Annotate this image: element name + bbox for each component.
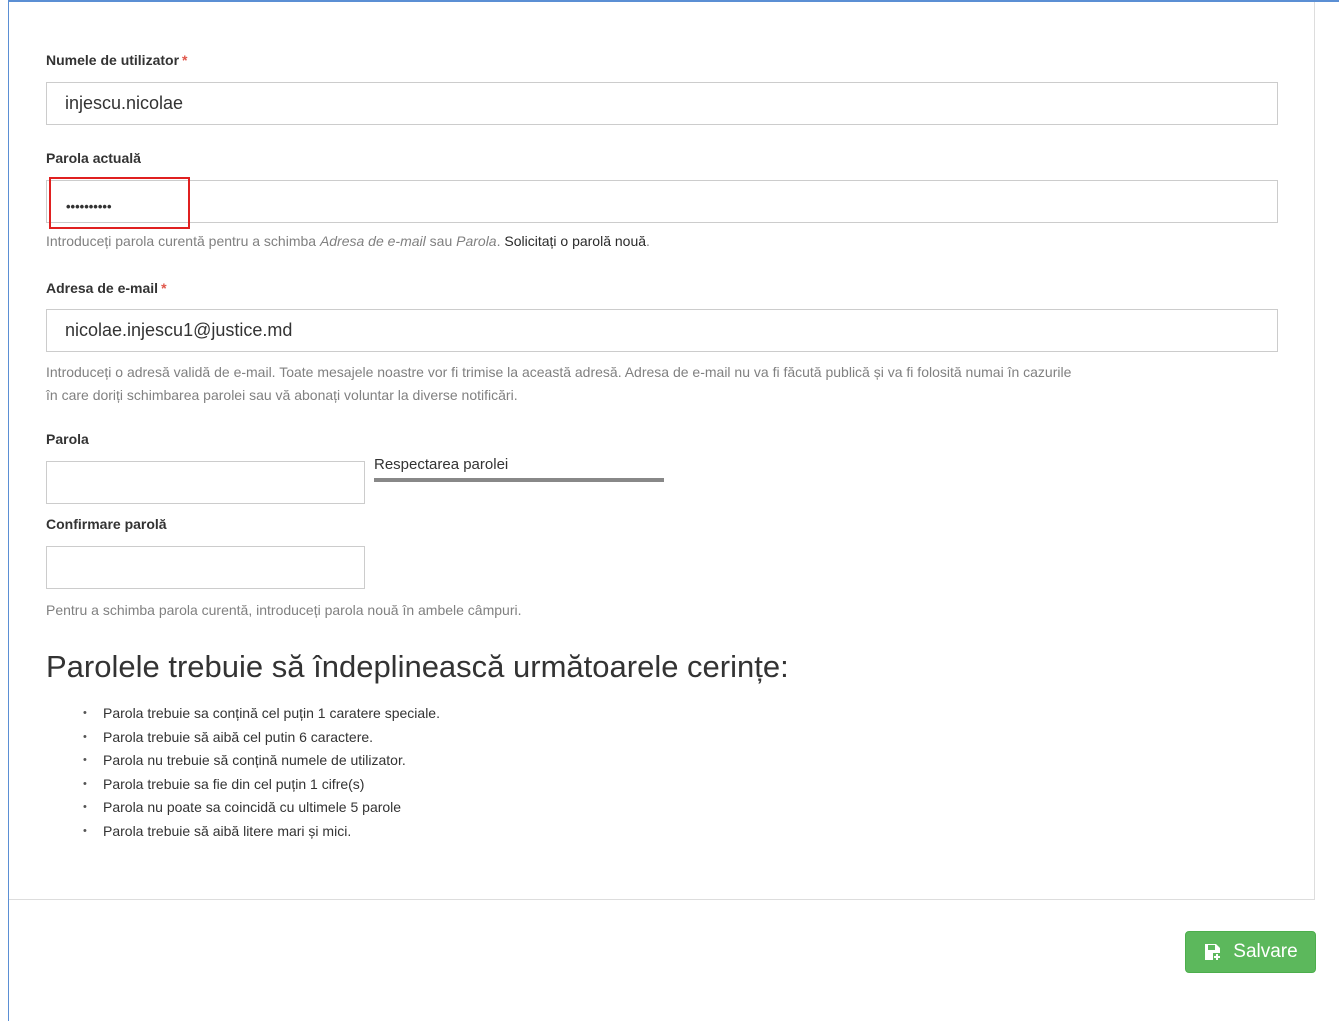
list-item: Parola trebuie să aibă cel putin 6 carac… <box>83 726 440 750</box>
username-label: Numele de utilizator * <box>46 52 187 68</box>
password-strength-label: Respectarea parolei <box>374 456 509 473</box>
current-password-help: Introduceți parola curentă pentru a schi… <box>46 230 650 253</box>
requirements-list: Parola trebuie sa conțină cel puțin 1 ca… <box>67 702 440 844</box>
list-item: Parola trebuie sa conțină cel puțin 1 ca… <box>83 702 440 726</box>
confirm-password-help: Pentru a schimba parola curentă, introdu… <box>46 602 522 618</box>
list-item: Parola trebuie să aibă litere mari și mi… <box>83 820 440 844</box>
list-item: Parola trebuie sa fie din cel puțin 1 ci… <box>83 773 440 797</box>
list-item: Parola nu poate sa coincidă cu ultimele … <box>83 796 440 820</box>
password-label: Parola <box>46 431 89 447</box>
password-input[interactable] <box>46 461 365 504</box>
help-text: sau <box>425 233 457 249</box>
save-button-label: Salvare <box>1233 941 1298 962</box>
password-strength-bar <box>374 478 664 482</box>
help-emphasis-email: Adresa de e-mail <box>319 233 426 249</box>
username-input[interactable]: injescu.nicolae <box>46 82 1278 125</box>
save-button[interactable]: Salvare <box>1185 931 1316 973</box>
confirm-password-input[interactable] <box>46 546 365 589</box>
required-mark: * <box>182 52 188 68</box>
username-label-text: Numele de utilizator <box>46 52 180 68</box>
email-label-text: Adresa de e-mail <box>46 280 159 296</box>
request-new-password-link[interactable]: Solicitați o parolă nouă <box>504 233 646 249</box>
highlight-box <box>49 177 190 229</box>
email-label: Adresa de e-mail * <box>46 280 167 296</box>
help-text: Introduceți parola curentă pentru a schi… <box>46 233 320 249</box>
confirm-password-label: Confirmare parolă <box>46 516 167 532</box>
required-mark: * <box>161 280 167 296</box>
help-emphasis-password: Parola <box>456 233 497 249</box>
email-input[interactable]: nicolae.injescu1@justice.md <box>46 309 1278 352</box>
save-icon <box>1203 942 1223 962</box>
current-password-input[interactable] <box>46 180 1278 223</box>
requirements-title: Parolele trebuie să îndeplinească următo… <box>46 649 789 684</box>
list-item: Parola nu trebuie să conțină numele de u… <box>83 749 440 773</box>
email-help-line: în care doriți schimbarea parolei sau vă… <box>46 387 518 403</box>
current-password-label: Parola actuală <box>46 150 141 166</box>
help-text: . <box>646 233 650 249</box>
email-help: Introduceți o adresă validă de e-mail. T… <box>46 361 1071 407</box>
email-help-line: Introduceți o adresă validă de e-mail. T… <box>46 364 1072 380</box>
